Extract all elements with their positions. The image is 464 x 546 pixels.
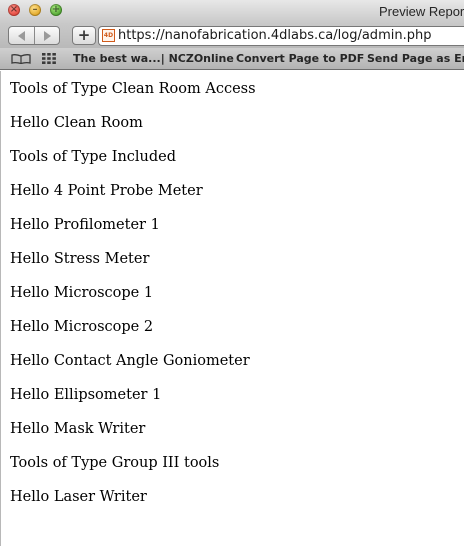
tool-list-item: Hello Microscope 1 [10,285,154,301]
forward-arrow-icon [44,31,51,41]
back-arrow-icon [18,31,25,41]
title-bar[interactable]: × – + Preview Repor [0,0,464,23]
top-sites-grid-icon[interactable] [42,53,56,64]
zoom-window-button[interactable]: + [50,4,62,16]
tool-type-heading: Tools of Type Group III tools [10,455,220,471]
close-window-button[interactable]: × [8,4,20,16]
tool-list-item: Hello Laser Writer [10,489,147,505]
bookmarks-bar: The best wa...| NCZOnline Convert Page t… [0,48,464,70]
tool-list-item: Hello Clean Room [10,115,143,131]
back-button[interactable] [9,27,35,44]
add-bookmark-button[interactable]: + [72,26,96,45]
browser-window: × – + Preview Repor + 4D https://nanofab… [0,0,464,546]
navigation-buttons [8,26,60,45]
zoom-icon: + [51,4,61,15]
toolbar: + 4D https://nanofabrication.4dlabs.ca/l… [0,23,464,48]
url-field[interactable]: https://nanofabrication.4dlabs.ca/log/ad… [118,28,431,43]
minimize-window-button[interactable]: – [29,4,41,16]
forward-button[interactable] [35,27,59,44]
minimize-icon: – [32,4,38,15]
tool-list-item: Hello Ellipsometer 1 [10,387,162,403]
bookmark-send-page-as-email[interactable]: Send Page as Em [367,52,464,65]
bookmark-nczonline[interactable]: The best wa...| NCZOnline [73,52,234,65]
tool-list-item: Hello Contact Angle Goniometer [10,353,250,369]
tool-type-heading: Tools of Type Included [10,149,177,165]
window-title: Preview Repor [379,4,464,19]
tool-list-item: Hello 4 Point Probe Meter [10,183,203,199]
page-content: Tools of Type Clean Room Access Hello Cl… [0,71,464,546]
bookmark-convert-page-to-pdf[interactable]: Convert Page to PDF [236,52,364,65]
address-bar[interactable]: 4D https://nanofabrication.4dlabs.ca/log… [98,26,464,46]
tool-list-item: Hello Mask Writer [10,421,146,437]
tool-list-item: Hello Microscope 2 [10,319,154,335]
reading-list-book-icon[interactable] [11,54,31,64]
tool-type-heading: Tools of Type Clean Room Access [10,81,256,97]
close-icon: × [9,4,19,15]
tool-list-item: Hello Profilometer 1 [10,217,160,233]
tool-list-item: Hello Stress Meter [10,251,150,267]
site-favicon-icon: 4D [102,29,115,42]
